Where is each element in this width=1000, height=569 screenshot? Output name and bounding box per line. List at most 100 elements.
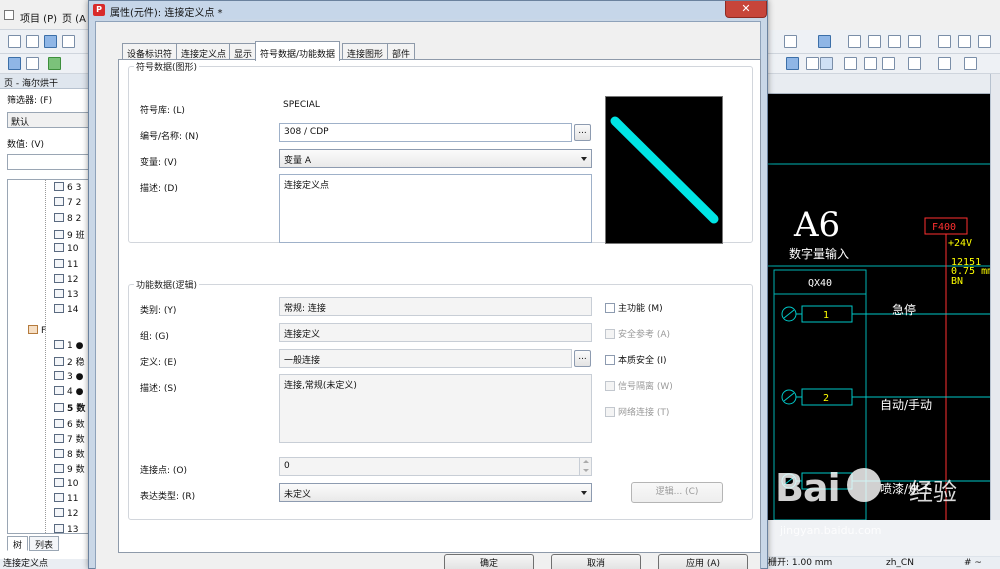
variant-value: 变量 A bbox=[284, 156, 312, 166]
tree-item[interactable]: 7 数 bbox=[54, 432, 85, 447]
tree-item[interactable]: F bbox=[28, 324, 47, 340]
edit-table-icon[interactable] bbox=[958, 35, 971, 48]
tree-item[interactable]: 6 3 bbox=[54, 182, 81, 197]
filter-select[interactable]: 默认 bbox=[7, 112, 92, 128]
connection-points-spinner[interactable] bbox=[579, 458, 591, 475]
zoom-window-icon[interactable] bbox=[848, 35, 861, 48]
cart-icon[interactable] bbox=[888, 35, 901, 48]
cable-definition-icon[interactable] bbox=[806, 57, 819, 70]
definition-browse-button[interactable]: ... bbox=[574, 350, 591, 367]
properties-dialog: P 属性(元件): 连接定义点 * ✕ 设备标识符 连接定义点 显示 符号数据/… bbox=[88, 0, 768, 569]
eplan-app-icon: P bbox=[93, 4, 105, 16]
tree-item[interactable]: 6 数 bbox=[54, 417, 85, 432]
page-icon bbox=[54, 370, 64, 380]
menu-project[interactable]: 项目 (P) bbox=[20, 10, 57, 25]
report-icon[interactable] bbox=[978, 35, 991, 48]
tree-item[interactable]: 3 ● bbox=[54, 370, 83, 386]
wire-color: BN bbox=[951, 276, 963, 287]
tree-item-label: 9 班 bbox=[67, 230, 85, 241]
connection-points-input[interactable]: 0 bbox=[279, 457, 592, 476]
tree-item-label: F bbox=[41, 325, 47, 336]
page-code: A6 bbox=[793, 205, 840, 245]
terminal-icon[interactable] bbox=[938, 57, 951, 70]
connection-definition-point-icon[interactable] bbox=[820, 57, 833, 70]
tab-list[interactable]: 列表 bbox=[29, 536, 60, 551]
checkbox-intrinsic-safety[interactable]: 本质安全 (I) bbox=[605, 353, 667, 366]
black-box-icon[interactable] bbox=[908, 57, 921, 70]
puzzle-icon[interactable] bbox=[48, 57, 61, 70]
export-icon[interactable] bbox=[908, 35, 921, 48]
page-icon bbox=[54, 418, 64, 428]
save-icon[interactable] bbox=[44, 35, 57, 48]
tab-parts[interactable]: 部件 bbox=[387, 43, 416, 60]
watermark-logo: Bai bbox=[775, 466, 841, 510]
tab-device-tag[interactable]: 设备标识符 bbox=[122, 43, 178, 60]
checkbox-box[interactable] bbox=[605, 303, 615, 313]
tab-connection-definition-point[interactable]: 连接定义点 bbox=[176, 43, 232, 60]
tree-item[interactable]: 13 bbox=[54, 289, 78, 304]
interruption-point-icon[interactable] bbox=[844, 57, 857, 70]
tree-item[interactable]: 10 bbox=[54, 477, 78, 493]
tree-item[interactable]: 4 ● bbox=[54, 385, 83, 401]
tree-item[interactable]: 12 bbox=[54, 273, 78, 289]
dialog-title: 属性(元件): 连接定义点 * bbox=[110, 8, 223, 19]
page-icon bbox=[54, 477, 64, 487]
plug-icon[interactable] bbox=[964, 57, 977, 70]
page-icon bbox=[54, 289, 64, 299]
dialog-titlebar[interactable]: P 属性(元件): 连接定义点 * ✕ bbox=[89, 1, 767, 19]
tree-item[interactable]: 12 bbox=[54, 508, 78, 523]
parts-list-icon[interactable] bbox=[938, 35, 951, 48]
close-button[interactable]: ✕ bbox=[725, 1, 767, 18]
open-project-icon[interactable] bbox=[26, 35, 39, 48]
zoom-fit-icon[interactable] bbox=[868, 35, 881, 48]
page-tree[interactable]: 6 3 7 2 8 2 9 班 10 11 12 13 14 F 1 ● 2 稳 3 ● 4 ● 5 数 6 … bbox=[7, 179, 92, 534]
symbol-number-browse-button[interactable]: ... bbox=[574, 124, 591, 141]
grid-icon[interactable] bbox=[818, 35, 831, 48]
tab-connection-graphics[interactable]: 连接图形 bbox=[342, 43, 389, 60]
tree-item[interactable]: 8 2 bbox=[54, 212, 81, 228]
tree-item[interactable]: 13 bbox=[54, 523, 78, 533]
cancel-button[interactable]: 取消 bbox=[551, 554, 641, 569]
tree-item[interactable]: 11 bbox=[54, 258, 78, 274]
symbol-preview-graphic bbox=[610, 116, 719, 224]
tree-item[interactable]: 10 bbox=[54, 243, 78, 258]
chevron-down-icon bbox=[581, 157, 587, 161]
main-toolbar-right bbox=[768, 30, 1000, 54]
schematic-canvas[interactable]: A6 数字量输入 F400 +24V 12151 0.75 mm BN QX40… bbox=[768, 94, 990, 520]
ok-button[interactable]: 确定 bbox=[444, 554, 534, 569]
data-input[interactable] bbox=[7, 154, 92, 170]
tree-item[interactable]: 7 2 bbox=[54, 197, 81, 212]
checkbox-main-function[interactable]: 主功能 (M) bbox=[605, 301, 663, 314]
symbol-group-title: 符号数据(图形) bbox=[134, 60, 200, 73]
tab-symbol-function-data[interactable]: 符号数据/功能数据 bbox=[255, 41, 341, 61]
representation-type-select[interactable]: 未定义 bbox=[279, 483, 592, 502]
graphical-editor-icon[interactable] bbox=[26, 57, 39, 70]
apply-button[interactable]: 应用 (A) bbox=[658, 554, 748, 569]
symbol-number-input[interactable]: 308 / CDP bbox=[279, 123, 572, 142]
tree-item[interactable]: 1 ● bbox=[54, 340, 83, 355]
rss-icon[interactable] bbox=[784, 35, 797, 48]
menu-page[interactable]: 页 (A bbox=[62, 10, 86, 25]
new-project-icon[interactable] bbox=[8, 35, 21, 48]
net-definition-icon[interactable] bbox=[882, 57, 895, 70]
tab-tree[interactable]: 树 bbox=[7, 536, 29, 551]
tab-display[interactable]: 显示 bbox=[229, 43, 258, 60]
vertical-scrollbar[interactable] bbox=[990, 74, 1000, 520]
tree-item[interactable]: 14 bbox=[54, 304, 78, 319]
tree-item[interactable]: 9 数 bbox=[54, 462, 85, 477]
page-navigator-icon[interactable] bbox=[8, 57, 21, 70]
paw-icon bbox=[847, 468, 881, 502]
tree-item[interactable]: 8 数 bbox=[54, 447, 85, 462]
tree-item[interactable]: 2 稳 bbox=[54, 355, 85, 370]
ruler bbox=[768, 74, 990, 94]
variant-select[interactable]: 变量 A bbox=[279, 149, 592, 168]
potential-icon[interactable] bbox=[864, 57, 877, 70]
tree-item[interactable]: 5 数 bbox=[54, 401, 85, 416]
checkbox-box[interactable] bbox=[605, 355, 615, 365]
symbol-description-input[interactable]: 连接定义点 bbox=[279, 174, 592, 243]
tree-item[interactable]: 11 bbox=[54, 493, 78, 508]
print-icon[interactable] bbox=[62, 35, 75, 48]
insert-connection-icon[interactable] bbox=[786, 57, 799, 70]
tree-item[interactable]: 9 班 bbox=[54, 228, 85, 243]
document-icon bbox=[4, 10, 14, 20]
